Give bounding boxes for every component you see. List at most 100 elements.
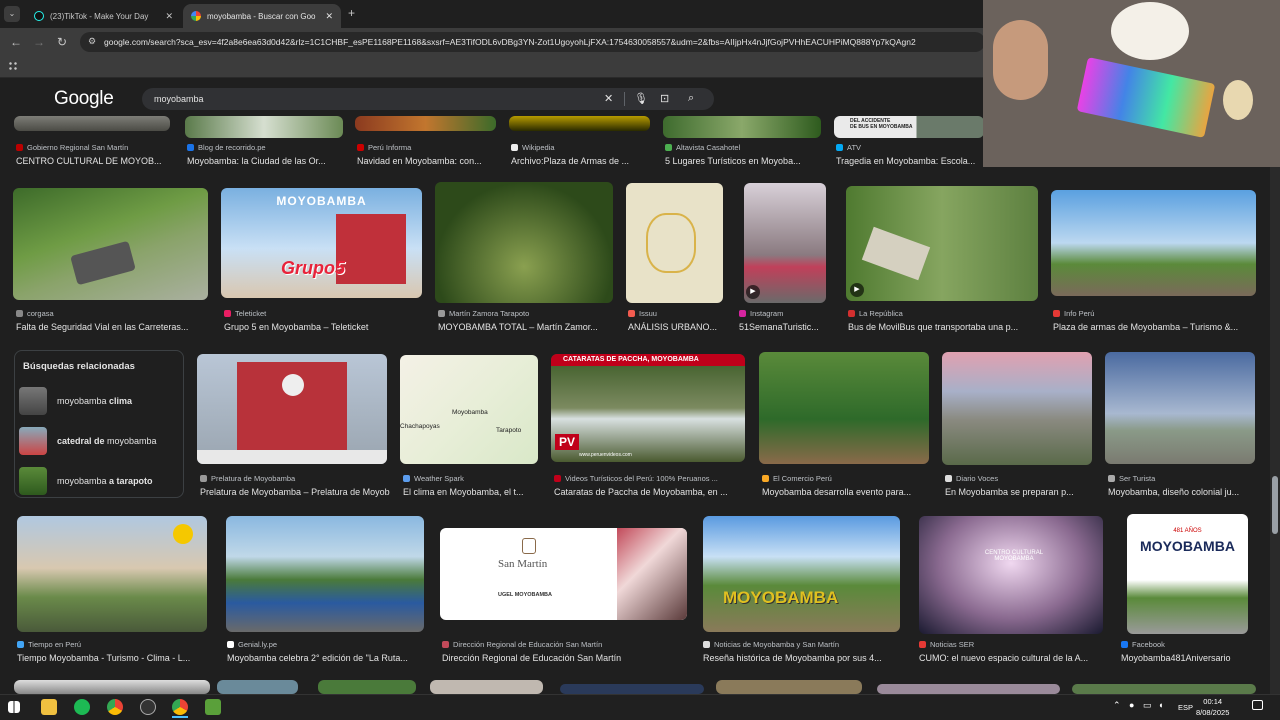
result-image[interactable]	[185, 116, 343, 138]
result-title[interactable]: Dirección Regional de Educación San Mart…	[442, 653, 687, 663]
result-title[interactable]: Moyobamba celebra 2° edición de "La Ruta…	[227, 653, 425, 663]
result-title[interactable]: Falta de Seguridad Vial en las Carretera…	[16, 322, 208, 332]
result-image[interactable]	[226, 516, 424, 632]
result-image[interactable]	[217, 680, 298, 694]
result-image[interactable]	[716, 680, 862, 694]
result-title[interactable]: Navidad en Moyobamba: con...	[357, 156, 502, 166]
result-source[interactable]: Noticias SER	[919, 640, 1103, 649]
result-image[interactable]: CENTRO CULTURAL MOYOBAMBA	[919, 516, 1103, 634]
result-source[interactable]: Weather Spark	[403, 474, 538, 483]
result-source[interactable]: Altavista Casahotel	[665, 143, 825, 152]
minecraft-icon[interactable]	[205, 699, 221, 715]
result-image[interactable]: ▶	[846, 186, 1038, 301]
result-title[interactable]: CENTRO CULTURAL DE MOYOB...	[16, 156, 181, 166]
result-image[interactable]	[663, 116, 821, 138]
result-image[interactable]	[626, 183, 723, 303]
result-source[interactable]: Facebook	[1121, 640, 1251, 649]
search-input[interactable]: moyobamba	[142, 88, 714, 110]
result-source[interactable]: La República	[848, 309, 1038, 318]
result-title[interactable]: Plaza de armas de Moyobamba – Turismo &.…	[1053, 322, 1253, 332]
result-source[interactable]: Dirección Regional de Educación San Mart…	[442, 640, 687, 649]
mic-tray-icon[interactable]: ●	[1129, 700, 1134, 710]
result-title[interactable]: 51SemanaTuristic...	[739, 322, 831, 332]
result-title[interactable]: Archivo:Plaza de Armas de ...	[511, 156, 656, 166]
result-image[interactable]: ▶	[744, 183, 826, 303]
google-logo[interactable]: Google	[54, 88, 114, 110]
apps-grid-icon[interactable]	[8, 61, 18, 71]
result-source[interactable]: Gobierno Regional San Martín	[16, 143, 181, 152]
result-title[interactable]: Moyobamba481Aniversario	[1121, 653, 1256, 663]
tray-chevron-icon[interactable]: ⌃	[1113, 700, 1121, 711]
result-source[interactable]: Issuu	[628, 309, 728, 318]
result-title[interactable]: Moyobamba, diseño colonial ju...	[1108, 487, 1258, 497]
spotify-icon[interactable]	[74, 699, 90, 715]
result-image[interactable]	[13, 188, 208, 300]
result-image[interactable]	[759, 352, 929, 464]
result-source[interactable]: Diario Voces	[945, 474, 1095, 483]
result-title[interactable]: El clima en Moyobamba, el t...	[403, 487, 538, 497]
result-source[interactable]: Videos Turísticos del Perú: 100% Peruano…	[554, 474, 746, 483]
result-title[interactable]: MOYOBAMBA TOTAL – Martín Zamor...	[438, 322, 613, 332]
new-tab-button[interactable]: +	[348, 6, 355, 20]
volume-icon[interactable]: ◖	[1158, 700, 1163, 710]
tab-tiktok[interactable]: (23)TikTok - Make Your Day ✕	[26, 4, 181, 28]
result-image[interactable]: MOYOBAMBA	[703, 516, 900, 632]
result-image[interactable]	[1051, 190, 1256, 296]
result-source[interactable]: Ser Turista	[1108, 474, 1258, 483]
result-image[interactable]: DEL ACCIDENTE DE BUS EN MOYOBAMBA	[834, 116, 984, 138]
result-source[interactable]: Info Perú	[1053, 309, 1253, 318]
result-source[interactable]: El Comercio Perú	[762, 474, 930, 483]
result-image[interactable]	[17, 516, 207, 632]
site-info-icon[interactable]: ⚙	[88, 36, 96, 47]
result-title[interactable]: Moyobamba: la Ciudad de las Or...	[187, 156, 347, 166]
network-icon[interactable]: ▭	[1143, 700, 1152, 711]
file-explorer-icon[interactable]	[41, 699, 57, 715]
clear-icon[interactable]: ✕	[604, 92, 613, 105]
result-image[interactable]	[355, 116, 496, 131]
scrollbar-thumb[interactable]	[1272, 476, 1278, 534]
windows-start-icon[interactable]	[8, 701, 20, 713]
result-image[interactable]: MOYOBAMBA Grupo5	[221, 188, 422, 298]
app-icon[interactable]	[140, 699, 156, 715]
result-image[interactable]	[14, 680, 210, 694]
related-item-catedral[interactable]: catedral de moyobamba	[19, 426, 179, 456]
reload-button[interactable]: ↻	[57, 35, 67, 49]
related-item-clima[interactable]: moyobamba clima	[19, 386, 179, 416]
result-image[interactable]: CATARATAS DE PACCHA, MOYOBAMBA PV www.pe…	[551, 354, 745, 462]
back-button[interactable]: ←	[10, 35, 22, 49]
notifications-icon[interactable]	[1252, 700, 1263, 710]
result-title[interactable]: Moyobamba desarrolla evento para...	[762, 487, 930, 497]
result-title[interactable]: Grupo 5 en Moyobamba – Teleticket	[224, 322, 422, 332]
language-indicator[interactable]: ESP	[1178, 703, 1193, 712]
result-title[interactable]: ANÁLISIS URBANO...	[628, 322, 728, 332]
microphone-icon[interactable]: 🎙	[634, 92, 648, 105]
result-source[interactable]: Prelatura de Moyobamba	[200, 474, 388, 483]
result-source[interactable]: corgasa	[16, 309, 206, 318]
result-image[interactable]	[942, 352, 1092, 465]
close-icon[interactable]: ✕	[165, 11, 173, 22]
result-title[interactable]: Reseña histórica de Moyobamba por sus 4.…	[703, 653, 900, 663]
result-image[interactable]: 481 AÑOS MOYOBAMBA	[1127, 514, 1248, 634]
result-source[interactable]: Instagram	[739, 309, 834, 318]
result-source[interactable]: ATV	[836, 143, 984, 152]
result-title[interactable]: 5 Lugares Turísticos en Moyoba...	[665, 156, 825, 166]
chrome-profile-icon[interactable]	[107, 699, 123, 715]
search-icon[interactable]: ⌕	[688, 92, 694, 105]
result-image[interactable]	[877, 684, 1060, 694]
result-image[interactable]	[430, 680, 543, 694]
tab-search-button[interactable]: ⌄	[4, 6, 20, 22]
lens-icon[interactable]: ⊡	[660, 92, 669, 105]
result-title[interactable]: Tragedia en Moyobamba: Escola...	[836, 156, 984, 166]
result-source[interactable]: Martín Zamora Tarapoto	[438, 309, 613, 318]
scrollbar-track[interactable]	[1270, 116, 1280, 694]
result-source[interactable]: Tiempo en Perú	[17, 640, 207, 649]
result-source[interactable]: Noticias de Moyobamba y San Martín	[703, 640, 900, 649]
result-image[interactable]: San Martín UGEL MOYOBAMBA	[440, 528, 687, 620]
result-title[interactable]: Bus de MovilBus que transportaba una p..…	[848, 322, 1038, 332]
result-image[interactable]	[560, 684, 704, 694]
result-source[interactable]: Teleticket	[224, 309, 419, 318]
forward-button[interactable]: →	[33, 35, 45, 49]
result-title[interactable]: Cataratas de Paccha de Moyobamba, en ...	[554, 487, 746, 497]
result-image[interactable]	[1105, 352, 1255, 464]
result-source[interactable]: Perú Informa	[357, 143, 502, 152]
